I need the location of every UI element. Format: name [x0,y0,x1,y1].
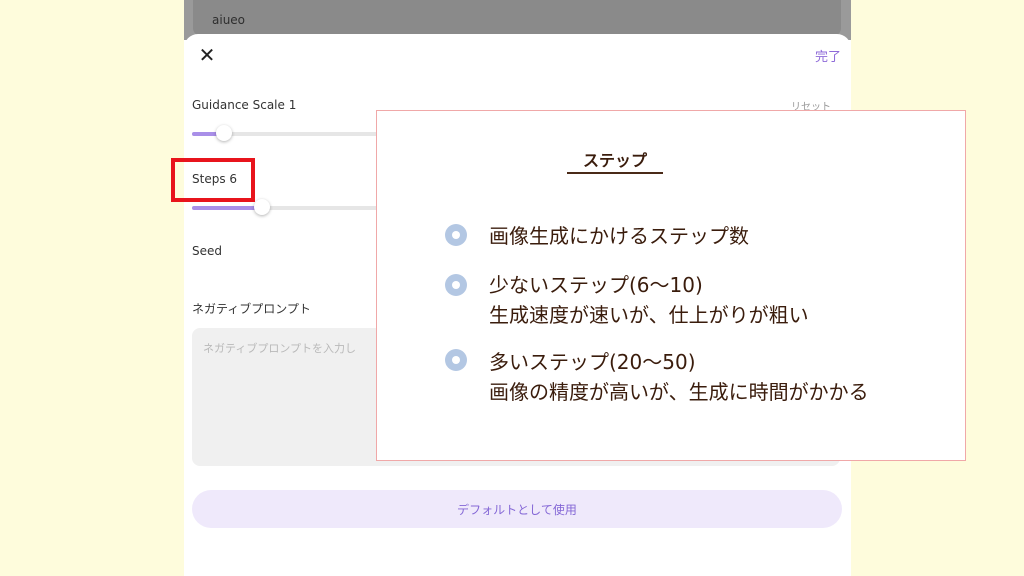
steps-highlight-box [171,158,255,202]
prompt-field: aiueo [193,0,841,36]
steps-fill [192,206,263,210]
use-as-default-button[interactable]: デフォルトとして使用 [192,490,842,528]
explanation-panel: ステップ 画像生成にかけるステップ数 少ないステップ(6〜10) 生成速度が速い… [376,110,966,461]
guidance-scale-label: Guidance Scale 1 [192,98,297,112]
steps-thumb[interactable] [254,199,271,215]
guidance-scale-thumb[interactable] [216,125,232,141]
item-3-line-2: 画像の精度が高いが、生成に時間がかかる [489,380,869,404]
item-1-line-1: 画像生成にかけるステップ数 [489,224,749,248]
item-2-line-2: 生成速度が速いが、仕上がりが粗い [489,303,809,327]
close-icon: ✕ [198,43,216,67]
close-button[interactable]: ✕ [196,43,218,67]
bullet-icon [445,349,467,371]
item-2-line-1: 少ないステップ(6〜10) [489,273,703,297]
bullet-icon [445,274,467,296]
seed-label: Seed [192,244,222,258]
title-underline [567,172,663,174]
done-button[interactable]: 完了 [815,46,841,65]
negative-prompt-label: ネガティブプロンプト [192,302,311,316]
item-3-line-1: 多いステップ(20〜50) [489,350,696,374]
prompt-field-value: aiueo [212,13,246,27]
panel-title: ステップ [582,151,647,170]
negative-prompt-placeholder: ネガティブプロンプトを入力し [203,342,357,355]
bullet-icon [445,224,467,246]
